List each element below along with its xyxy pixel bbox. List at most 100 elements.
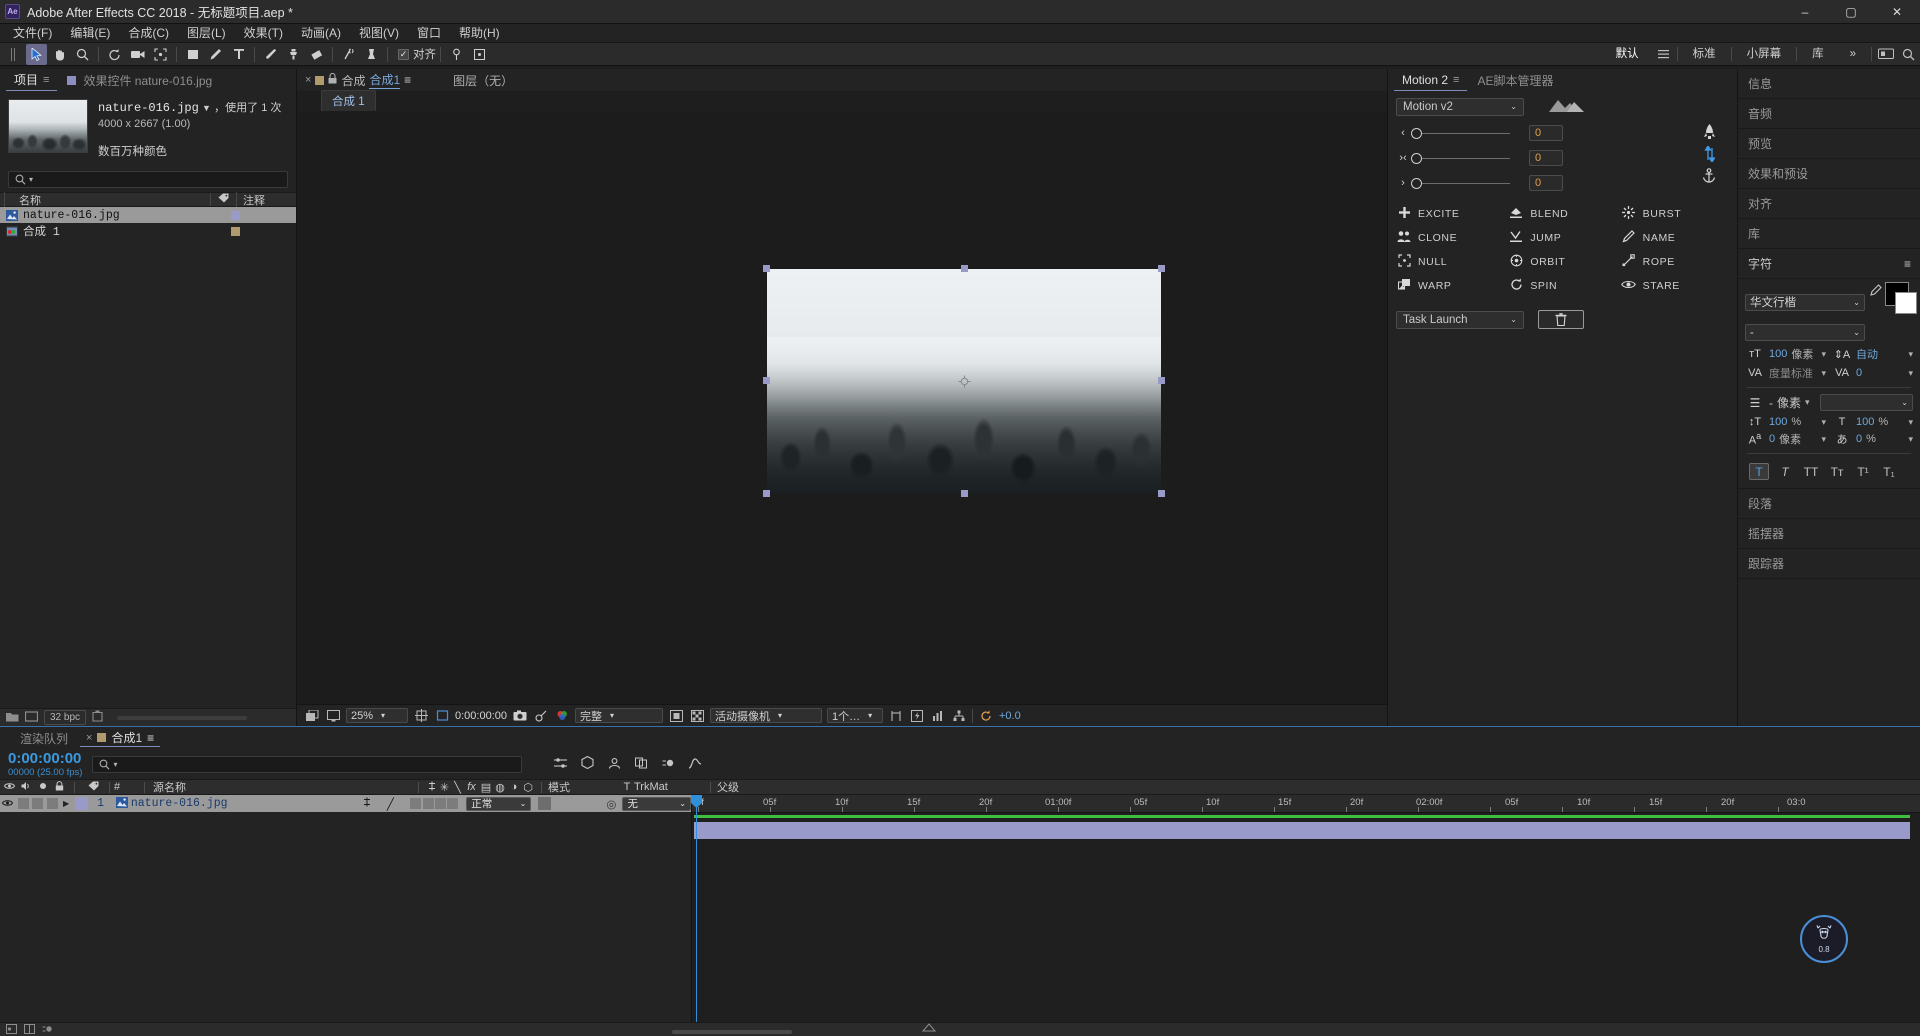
- comp-flowchart-icon[interactable]: [951, 708, 967, 724]
- main-viewer-icon[interactable]: [325, 708, 341, 724]
- rocket-icon[interactable]: [1699, 124, 1719, 146]
- panel-tracker[interactable]: 跟踪器: [1738, 549, 1920, 579]
- frame-blending-icon[interactable]: [633, 757, 649, 772]
- row-trkmat-icon[interactable]: ◎: [553, 797, 623, 811]
- column-motion-blur-icon[interactable]: ◍: [493, 781, 507, 794]
- faux-italic-button[interactable]: T: [1775, 463, 1795, 480]
- column-quality-icon[interactable]: ◑: [507, 781, 521, 793]
- workspace-default[interactable]: 默认: [1603, 43, 1652, 66]
- breadcrumb-name[interactable]: 合成1: [369, 71, 401, 89]
- slider-knob-2[interactable]: [1411, 152, 1422, 164]
- font-style-select[interactable]: - ⌄: [1745, 324, 1865, 341]
- spin-button[interactable]: SPIN: [1508, 277, 1616, 294]
- motion-panel-menu-icon[interactable]: ≡: [1453, 74, 1459, 86]
- row-parent-link-icon[interactable]: [362, 797, 374, 810]
- project-zoom-slider[interactable]: [117, 715, 248, 720]
- comp-lock-icon[interactable]: [328, 72, 337, 87]
- motion-version-select[interactable]: Motion v2 ⌄: [1396, 97, 1524, 116]
- transform-handle-bl[interactable]: [763, 490, 770, 497]
- motion-blur-icon[interactable]: [660, 757, 676, 772]
- slider-knob-1[interactable]: [1411, 127, 1422, 139]
- tracking-field[interactable]: VA 0 ▾: [1832, 365, 1913, 381]
- snapshot-icon[interactable]: [512, 708, 528, 724]
- column-comment[interactable]: 注释: [236, 191, 296, 208]
- fast-previews-icon[interactable]: [909, 708, 925, 724]
- timeline-track-area[interactable]: 0f 05f 10f 15f 20f 01:00f 05f 10f 15f 20…: [691, 795, 1920, 1036]
- transparency-grid-icon[interactable]: [689, 708, 705, 724]
- null-button[interactable]: NULL: [1396, 253, 1504, 270]
- exposure-value[interactable]: +0.0: [999, 710, 1021, 722]
- row-expand-arrow[interactable]: ▶: [60, 799, 72, 808]
- comp-close-icon[interactable]: ×: [305, 74, 311, 86]
- column-mode[interactable]: 模式: [548, 779, 620, 795]
- grip-handle[interactable]: [3, 44, 24, 65]
- warp-button[interactable]: WARP: [1396, 277, 1504, 294]
- view-layout-select[interactable]: 1个… ▾: [827, 708, 883, 723]
- timeline-search-field[interactable]: [120, 758, 516, 770]
- task-launch-select[interactable]: Task Launch ⌄: [1396, 310, 1524, 329]
- column-video-icon[interactable]: [0, 781, 18, 793]
- puppet-pin-tool-icon[interactable]: [361, 44, 382, 65]
- rotation-tool-icon[interactable]: [104, 44, 125, 65]
- composition-panel-menu-icon[interactable]: ≡: [404, 73, 411, 87]
- delete-button[interactable]: [1538, 310, 1584, 329]
- selection-tool-icon[interactable]: [26, 43, 47, 65]
- project-search-input[interactable]: ▾: [8, 171, 288, 188]
- rope-button[interactable]: ROPE: [1621, 253, 1729, 270]
- type-tool-icon[interactable]: [228, 44, 249, 65]
- transform-handle-mr[interactable]: [1158, 377, 1165, 384]
- timeline-toggle-icon[interactable]: [930, 708, 946, 724]
- transform-handle-tl[interactable]: [763, 265, 770, 272]
- column-effects-icon[interactable]: ╲: [451, 781, 464, 794]
- menu-view[interactable]: 视图(V): [350, 24, 408, 43]
- blend-button[interactable]: BLEND: [1508, 205, 1616, 222]
- column-label-icon[interactable]: [81, 781, 105, 794]
- column-audio-icon[interactable]: [18, 781, 35, 794]
- region-of-interest-icon[interactable]: [434, 708, 450, 724]
- anchor-point-icon[interactable]: [958, 375, 971, 388]
- motion-slider-3[interactable]: [1411, 177, 1510, 189]
- column-name[interactable]: 名称: [4, 191, 210, 208]
- transform-handle-tc[interactable]: [961, 265, 968, 272]
- timeline-horizontal-scrollbar[interactable]: [672, 1030, 792, 1034]
- show-snapshot-icon[interactable]: [533, 708, 549, 724]
- roto-brush-tool-icon[interactable]: [338, 44, 359, 65]
- close-button[interactable]: ✕: [1874, 0, 1920, 24]
- tab-ae-script-manager[interactable]: AE脚本管理器: [1469, 69, 1561, 91]
- small-caps-button[interactable]: Tᴛ: [1827, 463, 1847, 480]
- tab-project[interactable]: 项目 ≡: [6, 69, 58, 91]
- new-folder-icon[interactable]: [6, 711, 19, 725]
- row-motion-blur-toggle[interactable]: [422, 798, 434, 809]
- channel-rgb-icon[interactable]: [554, 708, 570, 724]
- zoom-out-icon[interactable]: [921, 1022, 936, 1036]
- stroke-width-value[interactable]: -: [1769, 396, 1773, 410]
- toggle-switches-icon[interactable]: [6, 1023, 17, 1036]
- menu-animation[interactable]: 动画(A): [292, 24, 350, 43]
- character-panel-menu-icon[interactable]: ≡: [1904, 257, 1911, 271]
- row-label-color[interactable]: [74, 797, 88, 810]
- eraser-tool-icon[interactable]: [306, 44, 327, 65]
- snap-checkbox[interactable]: ✓: [398, 48, 409, 60]
- hand-tool-icon[interactable]: [49, 44, 70, 65]
- anchor-align-icon[interactable]: [446, 44, 467, 65]
- font-size-field[interactable]: тT 100 像素 ▾: [1745, 346, 1826, 362]
- column-3d-icon[interactable]: ⬡: [521, 781, 535, 794]
- project-item-swatch-2[interactable]: [231, 226, 240, 236]
- clone-button[interactable]: CLONE: [1396, 229, 1504, 246]
- tab-effect-controls[interactable]: 效果控件 nature-016.jpg: [59, 69, 220, 91]
- timecode-block[interactable]: 0:00:00:00 00000 (25.00 fps): [8, 750, 82, 778]
- clone-stamp-tool-icon[interactable]: [283, 44, 304, 65]
- menu-layer[interactable]: 图层(L): [178, 24, 235, 43]
- leading-field[interactable]: ⇕A 自动 ▾: [1832, 346, 1913, 362]
- stroke-color-swatch[interactable]: [1895, 292, 1917, 314]
- row-parent-select[interactable]: 无 ⌄: [622, 796, 691, 811]
- row-trkmat-swatch[interactable]: [538, 797, 552, 810]
- subscript-button[interactable]: T₁: [1879, 463, 1899, 480]
- camera-view-select[interactable]: 活动摄像机 ▾: [710, 708, 822, 723]
- motion-value-2[interactable]: 0: [1529, 150, 1563, 166]
- transform-handle-ml[interactable]: [763, 377, 770, 384]
- project-search-field[interactable]: [36, 173, 281, 186]
- transform-handle-br[interactable]: [1158, 490, 1165, 497]
- panel-library[interactable]: 库: [1738, 219, 1920, 249]
- row-video-toggle[interactable]: [0, 798, 16, 810]
